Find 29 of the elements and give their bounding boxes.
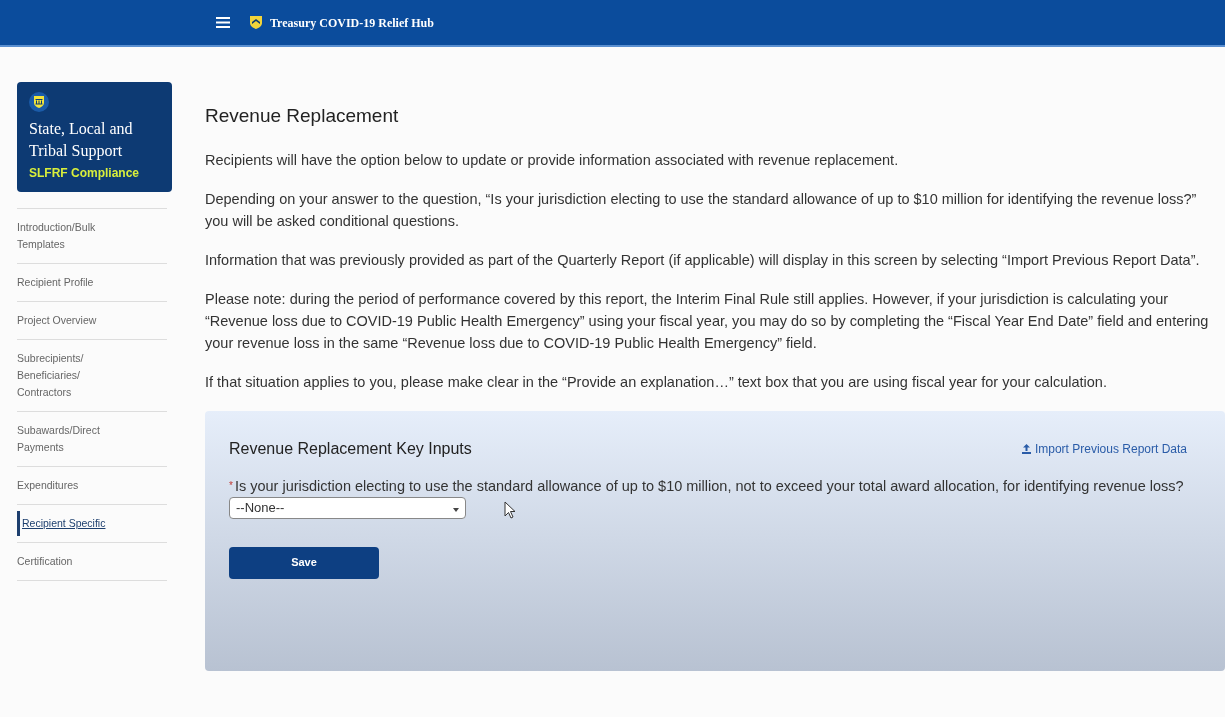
required-mark: * — [229, 479, 233, 491]
nav-item[interactable]: Introduction/Bulk Templates — [17, 215, 127, 257]
info-paragraph: Please note: during the period of performance covered by this report, the Interim Final Rule still applies. However, if your jurisdiction is calculating your “Revenue loss due to COVID-19 Public Health Emergency” using your fiscal year, you may do so by completing the “Fiscal Year End Date” field and entering your revenue loss in the same “Revenue loss due to COVID-19 Public Health Emergency” field. — [205, 289, 1210, 353]
info-paragraph: Depending on your answer to the question, “Is your jurisdiction electing to use the standard allowance of up to $10 million for identifying the revenue loss?” you will be asked conditional questions. — [205, 189, 1198, 231]
program-subtitle: SLFRF Compliance — [29, 165, 140, 182]
answer-select[interactable]: --None-- — [229, 496, 466, 519]
info-paragraph: Recipients will have the option below to update or provide information associated with revenue replacement. — [205, 150, 900, 170]
info-paragraph: If that situation applies to you, please make clear in the “Provide an explanation…” text box that you are using fiscal year for your calculation. — [205, 372, 1108, 392]
page-heading: Revenue Replacement — [205, 104, 400, 128]
menu-icon[interactable] — [216, 17, 230, 28]
nav-item[interactable]: Certification — [17, 549, 127, 574]
info-paragraph: Information that was previously provided as part of the Quarterly Report (if applicable) will display in this screen by selecting “Import Previous Report Data”. — [205, 250, 1201, 270]
nav-item[interactable]: Expenditures — [17, 473, 127, 498]
import-link[interactable]: Import Previous Report Data — [1021, 439, 1187, 458]
upload-icon — [1021, 443, 1031, 454]
question-text: Is your jurisdiction electing to use the standard allowance of up to $10 million, not to exceed your total award allocation, for identifying revenue loss? — [234, 477, 1184, 494]
nav-item[interactable]: Recipient Profile — [17, 270, 127, 295]
cursor-icon — [504, 500, 516, 519]
nav-item[interactable]: Recipient Specific — [17, 511, 127, 536]
panel-title: Revenue Replacement Key Inputs — [229, 438, 472, 459]
program-title: State, Local and Tribal Support — [29, 119, 134, 162]
app-title[interactable]: Treasury COVID-19 Relief Hub — [270, 13, 434, 32]
nav-item[interactable]: Subawards/Direct Payments — [17, 418, 127, 460]
nav-item[interactable]: Project Overview — [17, 308, 127, 333]
bank-icon — [29, 92, 49, 112]
save-button[interactable]: Save — [229, 546, 379, 579]
shield-icon — [250, 16, 262, 29]
caret-icon — [453, 507, 459, 512]
nav-item[interactable]: Subrecipients/ Beneficiaries/ Contractors — [17, 346, 127, 405]
